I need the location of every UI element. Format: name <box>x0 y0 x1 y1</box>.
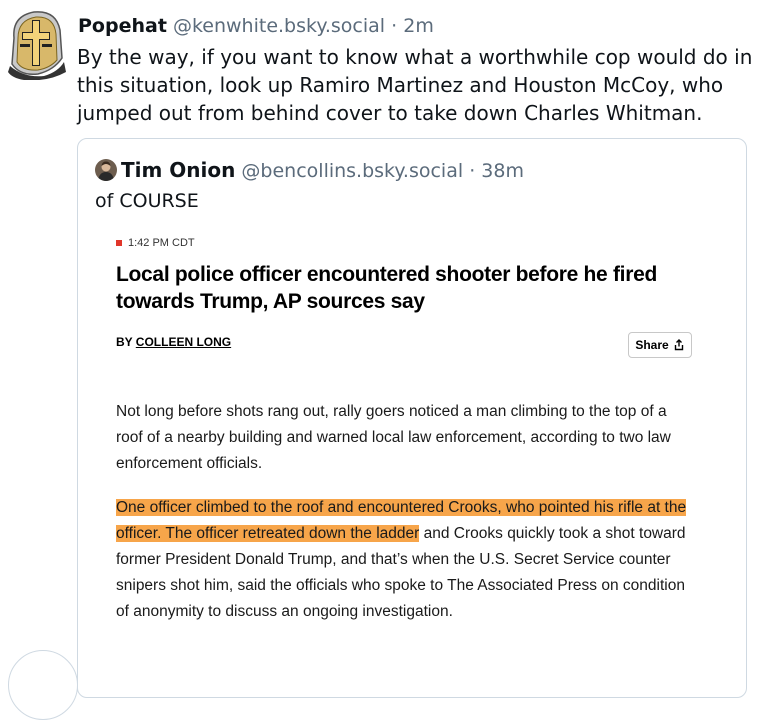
share-button-label: Share <box>635 338 669 352</box>
article-byline: BY COLLEEN LONG <box>116 335 231 349</box>
post-header: Popehat @kenwhite.bsky.social · 2m <box>78 14 434 38</box>
quoted-author-handle[interactable]: @bencollins.bsky.social <box>241 160 463 182</box>
article-headline: Local police officer encountered shooter… <box>116 263 657 313</box>
article-paragraph-1: Not long before shots rang out, rally go… <box>116 403 671 472</box>
share-icon <box>674 339 683 351</box>
byline-prefix: BY <box>116 335 136 349</box>
quoted-post-text: of COURSE <box>95 190 199 212</box>
separator-dot: · <box>469 160 476 182</box>
next-post-avatar[interactable] <box>8 650 78 720</box>
popehat-avatar-icon[interactable] <box>4 8 70 81</box>
separator-dot: · <box>391 15 398 37</box>
author-handle[interactable]: @kenwhite.bsky.social <box>173 15 385 37</box>
post: Popehat @kenwhite.bsky.social · 2m By th… <box>0 0 768 720</box>
live-marker-icon <box>116 240 122 247</box>
quoted-author-display-name[interactable]: Tim Onion <box>121 158 235 182</box>
article-time-text: 1:42 PM CDT <box>128 237 195 249</box>
article-author-link[interactable]: COLLEEN LONG <box>136 335 231 349</box>
quoted-post-timestamp[interactable]: 38m <box>481 160 524 182</box>
article-time: 1:42 PM CDT <box>116 237 195 249</box>
post-body-text: By the way, if you want to know what a w… <box>77 45 753 125</box>
tim-onion-avatar-icon[interactable] <box>95 159 117 181</box>
post-timestamp[interactable]: 2m <box>403 15 434 37</box>
share-button[interactable]: Share <box>628 332 692 358</box>
quoted-post-card[interactable]: Tim Onion @bencollins.bsky.social · 38m … <box>77 138 747 698</box>
quoted-post-header: Tim Onion @bencollins.bsky.social · 38m <box>121 158 524 183</box>
author-display-name[interactable]: Popehat <box>78 15 167 37</box>
article-paragraph-2: One officer climbed to the roof and enco… <box>116 495 691 625</box>
